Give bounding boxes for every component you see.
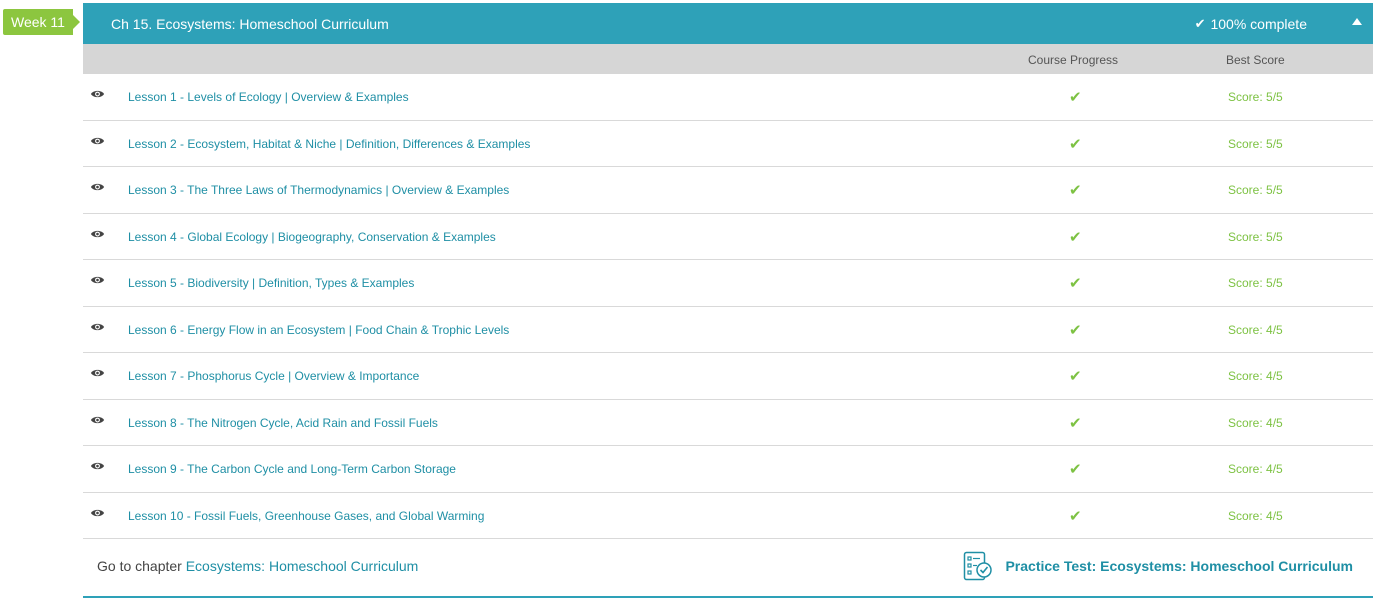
practice-test-label: Practice Test: Ecosystems: Homeschool Cu… xyxy=(1005,558,1353,574)
lesson-link[interactable]: Lesson 10 - Fossil Fuels, Greenhouse Gas… xyxy=(128,509,484,523)
eye-icon[interactable] xyxy=(90,460,105,472)
lesson-row: Lesson 2 - Ecosystem, Habitat & Niche | … xyxy=(83,121,1373,167)
lesson-score: Score: 5/5 xyxy=(1228,136,1283,151)
lesson-link[interactable]: Lesson 6 - Energy Flow in an Ecosystem |… xyxy=(128,323,509,337)
column-header-row: Course Progress Best Score xyxy=(83,44,1373,74)
chapter-title: Ch 15. Ecosystems: Homeschool Curriculum xyxy=(111,15,389,32)
chapter-header[interactable]: Ch 15. Ecosystems: Homeschool Curriculum… xyxy=(83,3,1373,44)
lesson-row: Lesson 5 - Biodiversity | Definition, Ty… xyxy=(83,260,1373,307)
eye-icon[interactable] xyxy=(90,414,105,426)
progress-check-icon: ✔ xyxy=(1069,414,1082,432)
column-header-score: Best Score xyxy=(1226,53,1285,67)
eye-icon[interactable] xyxy=(90,507,105,519)
lesson-score: Score: 5/5 xyxy=(1228,229,1283,244)
lesson-row: Lesson 10 - Fossil Fuels, Greenhouse Gas… xyxy=(83,493,1373,539)
lesson-link[interactable]: Lesson 1 - Levels of Ecology | Overview … xyxy=(128,90,409,104)
eye-icon[interactable] xyxy=(90,274,105,286)
lesson-score: Score: 5/5 xyxy=(1228,276,1283,290)
lesson-link[interactable]: Lesson 5 - Biodiversity | Definition, Ty… xyxy=(128,276,414,290)
lesson-row: Lesson 4 - Global Ecology | Biogeography… xyxy=(83,214,1373,260)
lesson-score: Score: 5/5 xyxy=(1228,90,1283,104)
lesson-row: Lesson 8 - The Nitrogen Cycle, Acid Rain… xyxy=(83,400,1373,446)
completion-label: 100% complete xyxy=(1210,15,1307,32)
lesson-score: Score: 4/5 xyxy=(1228,369,1283,383)
lesson-link[interactable]: Lesson 4 - Global Ecology | Biogeography… xyxy=(128,230,496,244)
lesson-score: Score: 4/5 xyxy=(1228,462,1283,476)
lesson-row: Lesson 7 - Phosphorus Cycle | Overview &… xyxy=(83,353,1373,400)
lesson-row: Lesson 9 - The Carbon Cycle and Long-Ter… xyxy=(83,446,1373,493)
goto-chapter: Go to chapter Ecosystems: Homeschool Cur… xyxy=(97,558,418,574)
lesson-link[interactable]: Lesson 7 - Phosphorus Cycle | Overview &… xyxy=(128,369,419,383)
progress-check-icon: ✔ xyxy=(1069,368,1082,385)
collapse-arrow-icon[interactable] xyxy=(1352,18,1362,25)
lesson-score: Score: 4/5 xyxy=(1228,415,1283,430)
column-header-progress: Course Progress xyxy=(1028,53,1119,67)
progress-check-icon: ✔ xyxy=(1069,321,1082,339)
lesson-row: Lesson 3 - The Three Laws of Thermodynam… xyxy=(83,167,1373,214)
lesson-score: Score: 4/5 xyxy=(1228,508,1283,523)
eye-icon[interactable] xyxy=(90,367,105,379)
goto-chapter-link[interactable]: Ecosystems: Homeschool Curriculum xyxy=(186,558,419,574)
progress-check-icon: ✔ xyxy=(1069,275,1082,292)
goto-prefix: Go to chapter xyxy=(97,558,182,574)
eye-icon[interactable] xyxy=(90,321,105,333)
checkmark-icon: ✔ xyxy=(1194,15,1206,31)
lesson-link[interactable]: Lesson 3 - The Three Laws of Thermodynam… xyxy=(128,183,509,197)
progress-check-icon: ✔ xyxy=(1069,507,1082,525)
lesson-link[interactable]: Lesson 8 - The Nitrogen Cycle, Acid Rain… xyxy=(128,416,438,430)
checklist-icon xyxy=(964,551,993,581)
practice-test-link[interactable]: Practice Test: Ecosystems: Homeschool Cu… xyxy=(963,551,1353,581)
progress-check-icon: ✔ xyxy=(1069,182,1082,199)
progress-check-icon: ✔ xyxy=(1069,461,1082,478)
progress-check-icon: ✔ xyxy=(1069,89,1082,106)
chapter-footer: Go to chapter Ecosystems: Homeschool Cur… xyxy=(83,539,1373,598)
week-tag: Week 11 xyxy=(3,9,80,35)
eye-icon[interactable] xyxy=(90,88,105,100)
eye-icon[interactable] xyxy=(90,181,105,193)
eye-icon[interactable] xyxy=(90,228,105,240)
lesson-row: Lesson 6 - Energy Flow in an Ecosystem |… xyxy=(83,307,1373,353)
progress-check-icon: ✔ xyxy=(1069,228,1082,246)
completion-status: ✔ 100% complete xyxy=(1195,3,1307,44)
lesson-score: Score: 5/5 xyxy=(1228,183,1283,197)
progress-check-icon: ✔ xyxy=(1069,135,1082,153)
lesson-row: Lesson 1 - Levels of Ecology | Overview … xyxy=(83,74,1373,121)
lesson-score: Score: 4/5 xyxy=(1228,322,1283,337)
chapter-panel: Ch 15. Ecosystems: Homeschool Curriculum… xyxy=(83,3,1373,598)
lesson-list: Lesson 1 - Levels of Ecology | Overview … xyxy=(83,74,1373,539)
lesson-link[interactable]: Lesson 9 - The Carbon Cycle and Long-Ter… xyxy=(128,462,456,476)
eye-icon[interactable] xyxy=(90,135,105,147)
lesson-link[interactable]: Lesson 2 - Ecosystem, Habitat & Niche | … xyxy=(128,137,530,151)
